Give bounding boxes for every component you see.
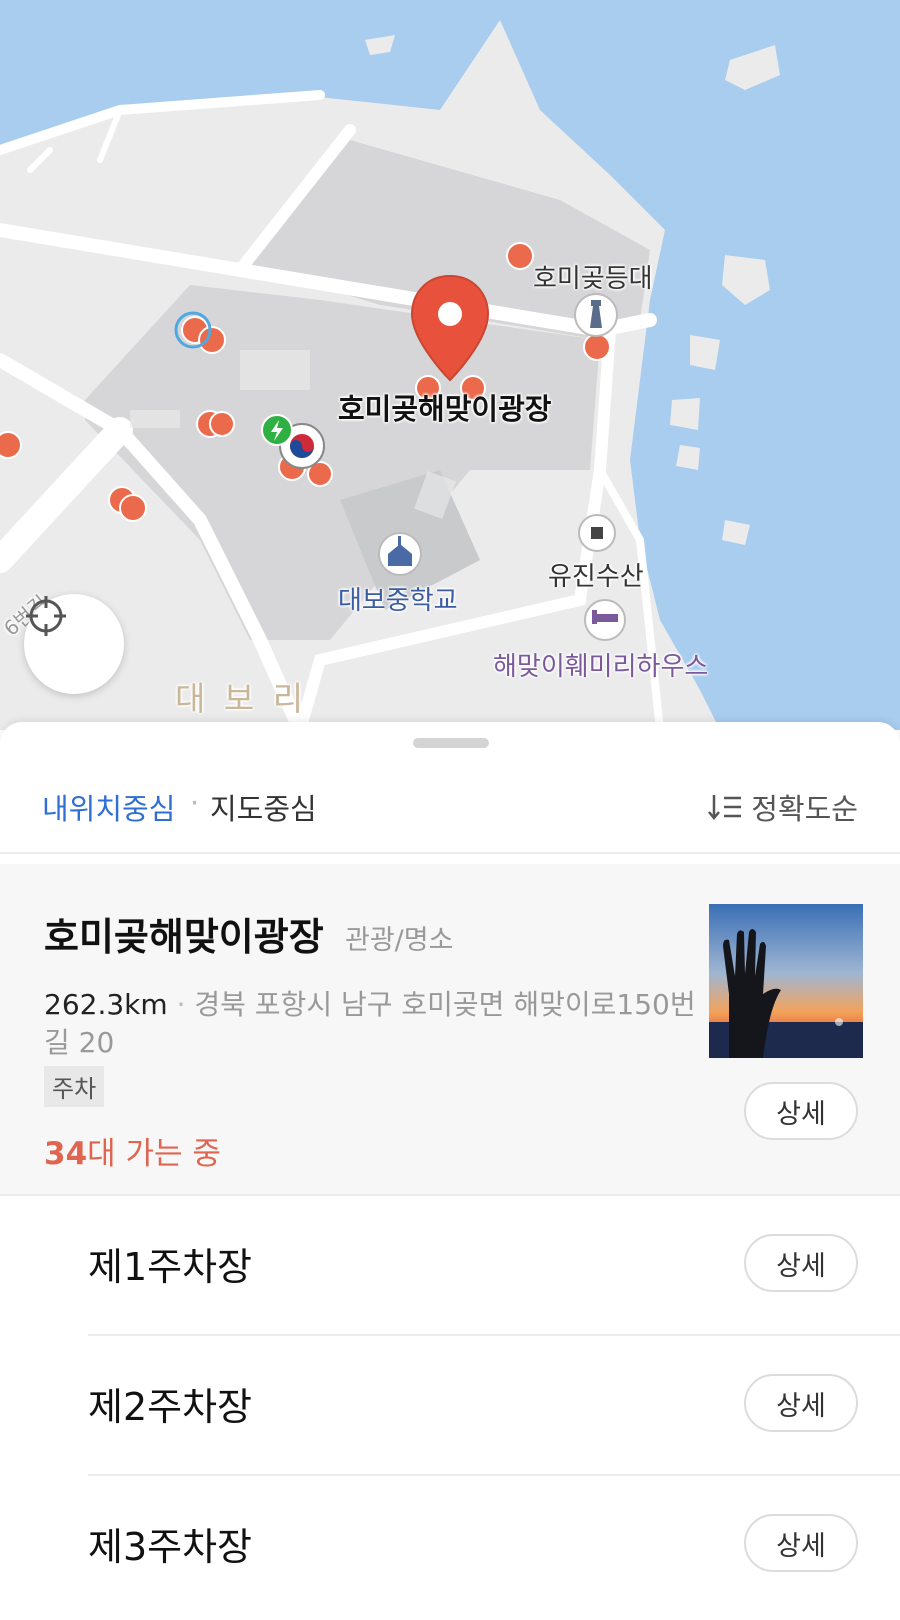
- detail-button[interactable]: 상세: [744, 1082, 858, 1140]
- divider: [0, 852, 900, 854]
- filter-separator: ·: [190, 786, 200, 820]
- poi-marker: [506, 242, 534, 270]
- poi-marker: [0, 431, 22, 459]
- place-result-card[interactable]: 호미곶해맞이광장 관광/명소 262.3km · 경북 포항시 남구 호미곶면 …: [0, 864, 900, 1194]
- going-count-status: 34대 가는 중: [44, 1128, 221, 1173]
- sheet-drag-handle[interactable]: [413, 738, 489, 748]
- sort-icon: [708, 795, 742, 820]
- poi-marker: [198, 326, 226, 354]
- poi-marker: [209, 411, 235, 437]
- sort-label: 정확도순: [751, 792, 858, 826]
- sunrise-hand-sculpture-image: [709, 904, 863, 1058]
- filter-my-location[interactable]: 내위치중심: [42, 786, 175, 828]
- seafood-label[interactable]: 유진수산: [548, 556, 644, 593]
- sort-button[interactable]: 정확도순: [707, 786, 858, 828]
- results-bottom-sheet: 내위치중심 · 지도중심 정확도순 호미곶해맞이광장 관광/명소 262.3km…: [0, 722, 900, 1620]
- list-item[interactable]: 제2주차장 상세: [0, 1334, 900, 1474]
- map-view[interactable]: 호미곶해맞이광장 호미곶등대 대보중학교 유진수산 해맞이훼미리하우스 대 보 …: [0, 0, 900, 730]
- place-pin-label[interactable]: 호미곶해맞이광장: [338, 386, 551, 428]
- detail-button[interactable]: 상세: [744, 1514, 858, 1572]
- place-category: 관광/명소: [345, 925, 454, 956]
- sub-place-name: 제1주차장: [88, 1245, 253, 1289]
- going-count: 34: [44, 1136, 88, 1172]
- locate-me-button[interactable]: [24, 594, 124, 694]
- place-title: 호미곶해맞이광장: [44, 915, 324, 959]
- ev-charger-icon: [261, 414, 293, 446]
- crosshair-icon: [26, 596, 66, 636]
- going-text: 대 가는 중: [87, 1136, 221, 1172]
- lodging-icon: [584, 599, 626, 641]
- detail-button[interactable]: 상세: [744, 1234, 858, 1292]
- filter-map-center[interactable]: 지도중심: [210, 786, 317, 828]
- district-label: 대 보 리: [175, 679, 308, 718]
- place-address-line: 262.3km · 경북 포항시 남구 호미곶면 해맞이로150번길 20: [44, 986, 704, 1062]
- guesthouse-label[interactable]: 해맞이훼미리하우스: [493, 646, 708, 683]
- list-item[interactable]: 제1주차장 상세: [0, 1194, 900, 1334]
- place-distance: 262.3km: [44, 988, 168, 1021]
- poi-marker: [583, 333, 611, 361]
- filter-row: 내위치중심 · 지도중심 정확도순: [0, 772, 900, 842]
- sub-place-name: 제2주차장: [88, 1385, 253, 1429]
- parking-tag: 주차: [44, 1066, 105, 1107]
- address-separator: ·: [176, 988, 186, 1021]
- lighthouse-label[interactable]: 호미곶등대: [533, 258, 653, 295]
- shop-icon: [578, 514, 616, 552]
- place-thumbnail[interactable]: [709, 904, 863, 1058]
- lighthouse-icon: [574, 293, 618, 337]
- sub-place-name: 제3주차장: [88, 1525, 253, 1569]
- school-label[interactable]: 대보중학교: [338, 580, 458, 617]
- list-item[interactable]: 제3주차장 상세: [0, 1474, 900, 1614]
- map-canvas: [0, 20, 780, 730]
- school-icon: [378, 532, 422, 576]
- detail-button[interactable]: 상세: [744, 1374, 858, 1432]
- poi-marker: [119, 494, 147, 522]
